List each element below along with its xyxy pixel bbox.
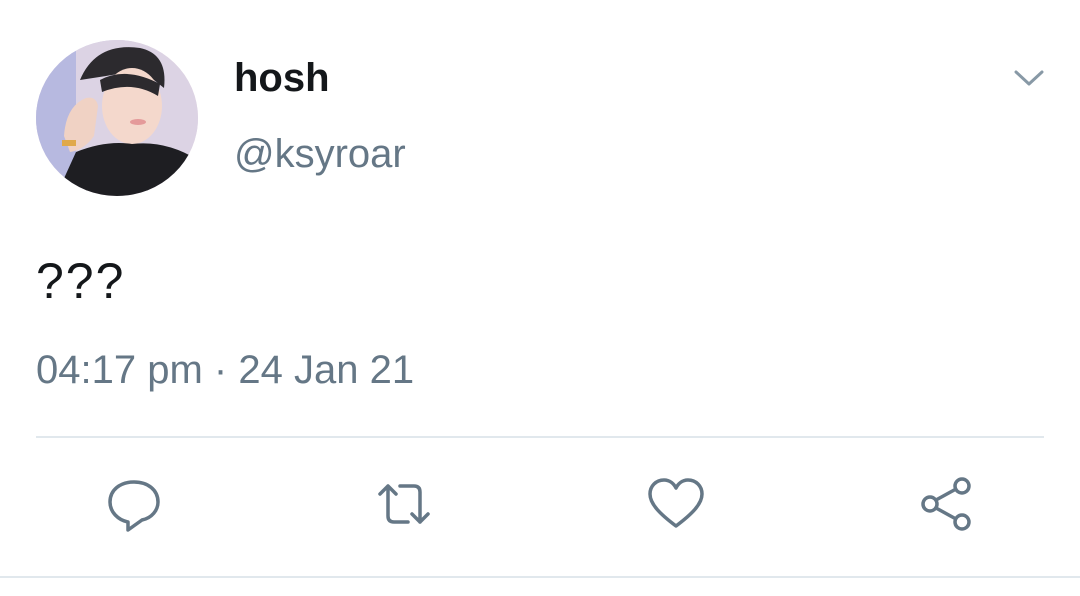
divider bbox=[36, 436, 1044, 438]
avatar-image bbox=[36, 40, 198, 196]
tweet-date: 24 Jan 21 bbox=[238, 348, 415, 392]
retweet-icon bbox=[378, 484, 430, 524]
like-button[interactable] bbox=[646, 474, 706, 534]
timestamp-separator: · bbox=[213, 348, 228, 392]
user-handle[interactable]: @ksyroar bbox=[234, 132, 406, 177]
reply-button[interactable] bbox=[104, 474, 164, 534]
chevron-down-icon[interactable] bbox=[1012, 64, 1046, 92]
tweet-time: 04:17 pm bbox=[36, 348, 203, 392]
tweet-text: ??? bbox=[36, 253, 126, 309]
heart-icon bbox=[648, 478, 704, 528]
reply-icon bbox=[108, 480, 160, 532]
avatar[interactable] bbox=[36, 40, 198, 196]
bottom-divider bbox=[0, 576, 1080, 578]
tweet-timestamp: 04:17 pm · 24 Jan 21 bbox=[36, 348, 414, 393]
retweet-button[interactable] bbox=[374, 474, 434, 534]
display-name[interactable]: hosh bbox=[234, 56, 330, 101]
share-button[interactable] bbox=[916, 474, 976, 534]
share-icon bbox=[921, 477, 971, 531]
